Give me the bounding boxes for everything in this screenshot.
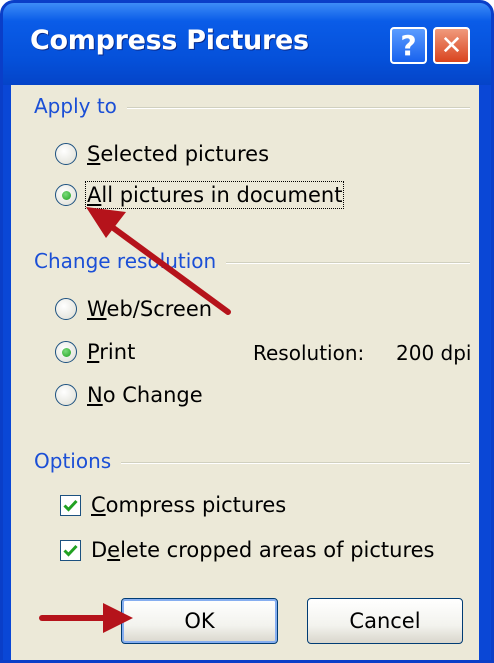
radio-selected-pictures-label: Selected pictures — [87, 142, 270, 166]
resolution-label: Resolution: — [253, 341, 365, 365]
close-icon: ✕ — [440, 30, 463, 61]
close-button[interactable]: ✕ — [433, 27, 470, 64]
ok-button[interactable]: OK — [121, 598, 278, 644]
radio-button-icon[interactable] — [55, 143, 77, 165]
radio-button-selected-icon[interactable] — [55, 184, 77, 206]
radio-button-icon[interactable] — [55, 384, 77, 406]
change-resolution-label: Change resolution — [34, 249, 227, 273]
compress-pictures-dialog: Compress Pictures ? ✕ Apply to Selected … — [0, 0, 494, 663]
options-label: Options — [34, 449, 122, 473]
dialog-title: Compress Pictures — [30, 25, 309, 56]
resolution-value: 200 dpi — [396, 341, 472, 365]
checkbox-compress-pictures[interactable]: Compress pictures — [60, 493, 286, 517]
apply-to-label: Apply to — [34, 94, 127, 118]
radio-no-change[interactable]: No Change — [55, 383, 203, 407]
dialog-body: Apply to Selected pictures All pictures … — [11, 85, 479, 660]
checkbox-compress-pictures-label: Compress pictures — [91, 493, 287, 517]
help-icon: ? — [400, 29, 417, 62]
radio-print[interactable]: Print — [55, 340, 135, 364]
radio-all-pictures[interactable]: All pictures in document — [55, 181, 345, 209]
help-button[interactable]: ? — [390, 27, 427, 64]
radio-print-label: Print — [87, 340, 136, 364]
cancel-button[interactable]: Cancel — [307, 598, 463, 644]
radio-no-change-label: No Change — [87, 383, 203, 407]
checkbox-delete-cropped[interactable]: Delete cropped areas of pictures — [60, 538, 434, 562]
radio-button-icon[interactable] — [55, 298, 77, 320]
checkbox-checked-icon[interactable] — [60, 539, 81, 561]
radio-web-screen-label: Web/Screen — [87, 297, 213, 321]
radio-web-screen[interactable]: Web/Screen — [55, 297, 212, 321]
title-bar[interactable]: Compress Pictures ? ✕ — [3, 3, 491, 85]
radio-all-pictures-label: All pictures in document — [84, 181, 345, 209]
radio-selected-pictures[interactable]: Selected pictures — [55, 142, 269, 166]
checkbox-delete-cropped-label: Delete cropped areas of pictures — [91, 538, 435, 562]
checkbox-checked-icon[interactable] — [60, 494, 81, 516]
radio-button-selected-icon[interactable] — [55, 341, 77, 363]
